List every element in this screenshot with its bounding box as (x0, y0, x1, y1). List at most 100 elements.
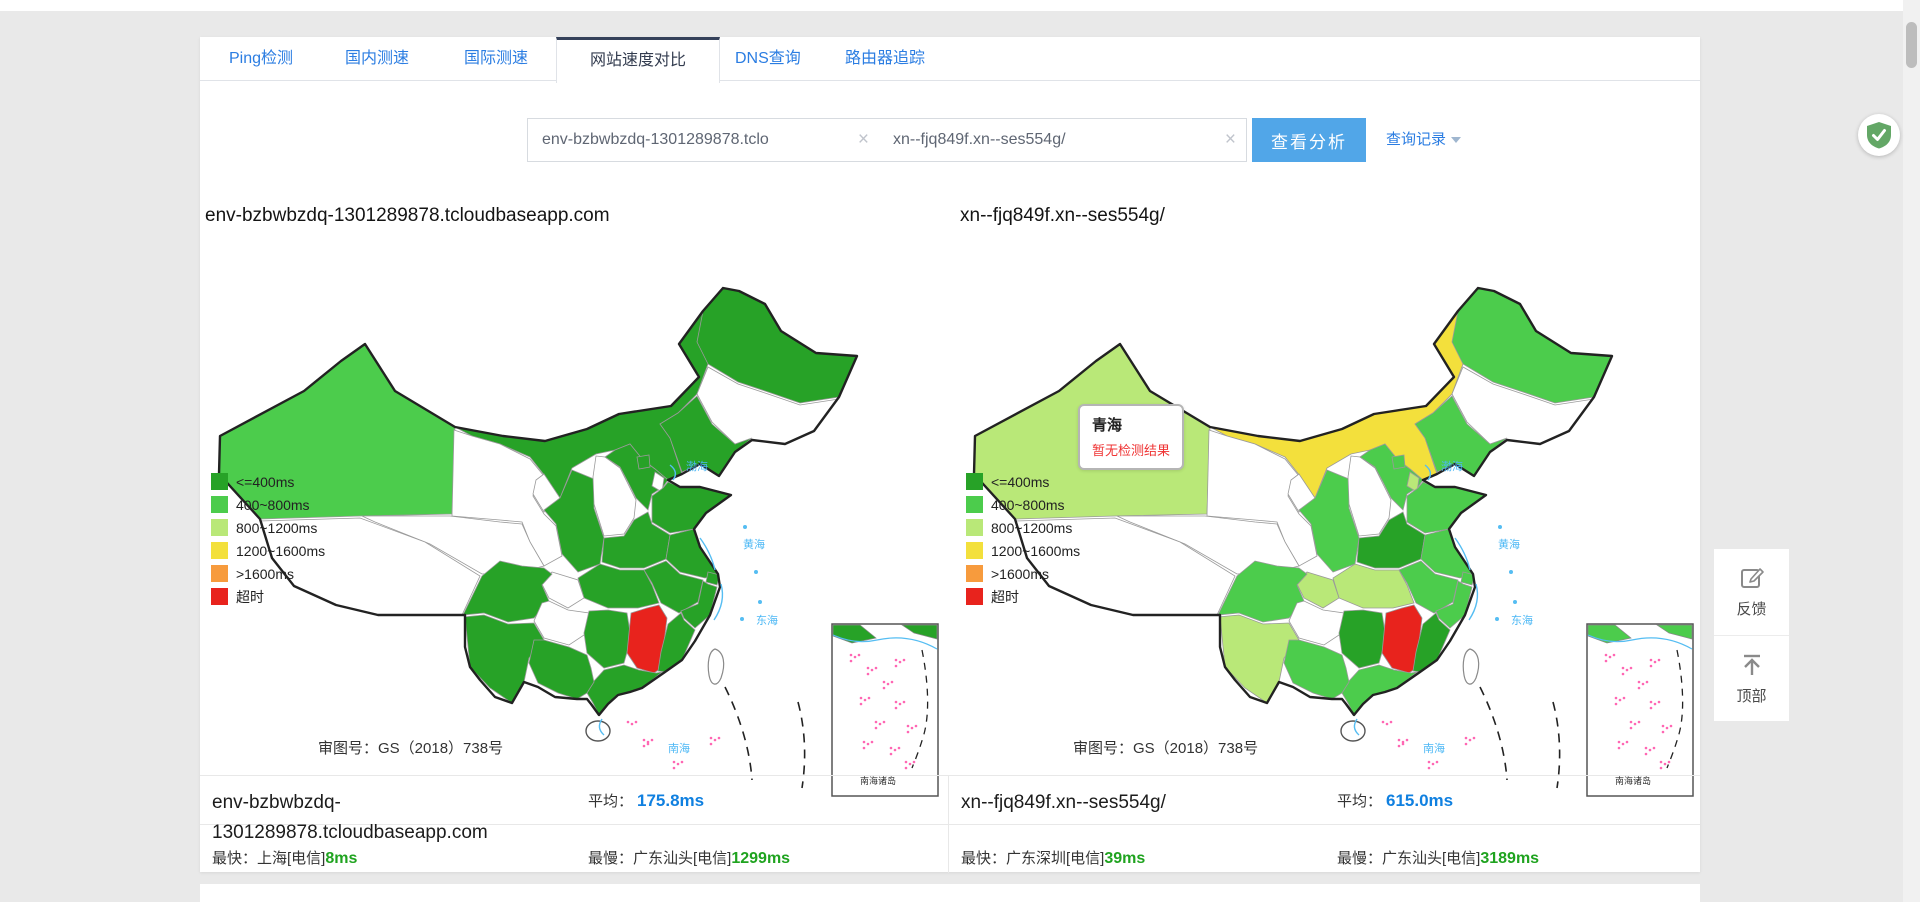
sea-label: 渤海 (686, 459, 708, 473)
province-tooltip: 青海 暂无检测结果 (1078, 404, 1184, 470)
province-hainan[interactable] (1341, 721, 1365, 741)
legend-item: 1200~1600ms (966, 539, 1080, 562)
fastest-value: 8ms (325, 850, 357, 867)
feedback-label: 反馈 (1736, 598, 1766, 619)
legend-item: 800~1200ms (966, 516, 1080, 539)
fastest-label: 最快：上海[电信] (212, 850, 325, 867)
legend-swatch (211, 519, 228, 536)
province-beijing[interactable] (1392, 455, 1405, 469)
map-panel-right: xn--fjq849f.xn--ses554g/ 渤海黄海东海南海南海诸岛 <=… (955, 197, 1703, 805)
legend-label: >1600ms (236, 566, 294, 582)
shield-extension-badge[interactable] (1858, 114, 1900, 156)
fastest-value: 39ms (1104, 850, 1145, 867)
fastest-label: 最快：广东深圳[电信] (961, 850, 1104, 867)
domain-input-1-wrap: × (527, 118, 880, 162)
legend-label: <=400ms (236, 474, 294, 490)
fastest-metric-left: 最快：上海[电信]8ms (212, 847, 357, 868)
sea-label: 渤海 (1441, 459, 1463, 473)
legend-swatch (211, 588, 228, 605)
legend-item: 1200~1600ms (211, 539, 325, 562)
south-china-sea-inset: 南海诸岛 (1587, 624, 1693, 796)
legend-label: 800~1200ms (991, 520, 1072, 536)
avg-label: 平均： (1337, 793, 1382, 810)
legend-label: <=400ms (991, 474, 1049, 490)
floating-side-widget: 反馈 顶部 (1713, 548, 1790, 722)
sea-label: 黄海 (1498, 537, 1520, 551)
edit-pencil-icon (1739, 565, 1765, 591)
domain-input-2-wrap: × (879, 118, 1247, 162)
domain-input-1[interactable] (528, 119, 879, 161)
tab-domestic-speed[interactable]: 国内测速 (345, 37, 409, 81)
legend-swatch (966, 473, 983, 490)
legend-item: 800~1200ms (211, 516, 325, 539)
speed-compare-card: Ping检测 国内测速 国际测速 网站速度对比 DNS查询 路由器追踪 × × … (200, 37, 1700, 872)
avg-label: 平均： (588, 793, 633, 810)
legend-label: 400~800ms (236, 497, 310, 513)
stats-row-1: xn--fjq849f.xn--ses554g/ 平均：615.0ms (949, 776, 1700, 825)
legend-item: <=400ms (966, 470, 1080, 493)
slowest-label: 最慢：广东汕头[电信] (588, 850, 731, 867)
page-scrollbar[interactable] (1903, 0, 1920, 902)
legend-item: <=400ms (211, 470, 325, 493)
legend-label: 400~800ms (991, 497, 1065, 513)
legend-swatch (966, 496, 983, 513)
tab-site-speed-compare[interactable]: 网站速度对比 (556, 37, 720, 83)
map-title-right: xn--fjq849f.xn--ses554g/ (960, 205, 1165, 227)
map-legend: <=400ms 400~800ms 800~1200ms 1200~1600ms >16… (966, 470, 1080, 608)
tab-route-trace[interactable]: 路由器追踪 (845, 37, 925, 81)
next-section-strip (200, 884, 1700, 902)
legend-label: 超时 (236, 587, 264, 607)
legend-item: 400~800ms (966, 493, 1080, 516)
stats-domain-left: env-bzbwbzdq-1301289878.tcloudbaseapp.co… (212, 788, 584, 848)
south-china-sea-inset: 南海诸岛 (832, 624, 938, 796)
province-shandong[interactable] (652, 482, 731, 533)
legend-item: 超时 (211, 585, 325, 608)
chevron-down-icon (1451, 137, 1461, 143)
map-panel-left: env-bzbwbzdq-1301289878.tcloudbaseapp.co… (200, 197, 948, 805)
avg-value: 615.0ms (1386, 791, 1453, 810)
legend-swatch (211, 542, 228, 559)
legend-label: 1200~1600ms (236, 543, 325, 559)
slowest-label: 最慢：广东汕头[电信] (1337, 850, 1480, 867)
province-beijing[interactable] (637, 455, 650, 469)
slowest-value: 1299ms (731, 850, 790, 867)
scrollbar-thumb[interactable] (1906, 22, 1917, 68)
sea-label: 南海 (668, 741, 690, 755)
green-shield-check-icon (1866, 121, 1892, 149)
avg-metric-left: 平均：175.8ms (588, 790, 704, 811)
compare-stats: env-bzbwbzdq-1301289878.tcloudbaseapp.co… (200, 775, 1700, 872)
arrow-to-top-icon (1739, 652, 1765, 678)
province-shandong[interactable] (1407, 482, 1486, 533)
province-hainan[interactable] (586, 721, 610, 741)
legend-swatch (966, 565, 983, 582)
query-history-dropdown[interactable]: 查询记录 (1386, 118, 1461, 162)
legend-label: >1600ms (991, 566, 1049, 582)
avg-metric-right: 平均：615.0ms (1337, 790, 1453, 811)
stats-panel-left: env-bzbwbzdq-1301289878.tcloudbaseapp.co… (200, 776, 948, 873)
legend-swatch (966, 519, 983, 536)
clear-input-1-icon[interactable]: × (858, 119, 869, 163)
province-taiwan[interactable] (708, 649, 723, 684)
slowest-metric-left: 最慢：广东汕头[电信]1299ms (588, 847, 790, 868)
fastest-metric-right: 最快：广东深圳[电信]39ms (961, 847, 1145, 868)
sea-label: 东海 (756, 613, 778, 627)
stats-row-2: 最快：广东深圳[电信]39ms 最慢：广东汕头[电信]3189ms (949, 825, 1700, 873)
legend-label: 800~1200ms (236, 520, 317, 536)
stats-panel-right: xn--fjq849f.xn--ses554g/ 平均：615.0ms 最快：广… (948, 776, 1700, 873)
tab-international-speed[interactable]: 国际测速 (464, 37, 528, 81)
feedback-button[interactable]: 反馈 (1714, 549, 1789, 635)
stats-domain-right: xn--fjq849f.xn--ses554g/ (961, 788, 1333, 818)
legend-label: 1200~1600ms (991, 543, 1080, 559)
clear-input-2-icon[interactable]: × (1225, 119, 1236, 163)
tab-ping[interactable]: Ping检测 (229, 37, 293, 81)
back-to-top-button[interactable]: 顶部 (1714, 635, 1789, 721)
province-taiwan[interactable] (1463, 649, 1478, 684)
tab-dns-query[interactable]: DNS查询 (735, 37, 801, 81)
slowest-value: 3189ms (1480, 850, 1539, 867)
domain-input-2[interactable] (879, 119, 1246, 161)
analyze-button[interactable]: 查看分析 (1252, 118, 1366, 162)
map-license-left: 审图号：GS（2018）738号 (318, 737, 503, 758)
legend-item: 超时 (966, 585, 1080, 608)
legend-item: >1600ms (211, 562, 325, 585)
page-top-strip (0, 0, 1920, 11)
